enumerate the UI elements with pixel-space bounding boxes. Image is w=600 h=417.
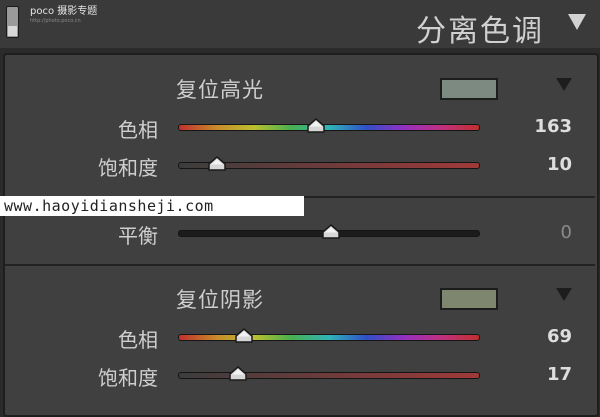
highlights-hue-slider-thumb[interactable] bbox=[306, 118, 326, 134]
panel-header[interactable]: poco 摄影专题 http://photo.poco.cn 分离色调 bbox=[0, 0, 600, 49]
shadows-saturation-slider[interactable] bbox=[178, 372, 480, 379]
shadows-saturation-slider-thumb[interactable] bbox=[228, 366, 248, 382]
shadows-expand-arrow-icon[interactable] bbox=[556, 288, 572, 301]
balance-value[interactable]: 0 bbox=[492, 222, 572, 243]
balance-slider-thumb[interactable] bbox=[321, 224, 341, 240]
panel-collapse-arrow-icon[interactable] bbox=[568, 14, 586, 30]
highlights-saturation-slider-thumb[interactable] bbox=[207, 156, 227, 172]
reset-highlights-button[interactable]: 复位高光 bbox=[176, 74, 264, 104]
section-divider bbox=[5, 264, 595, 266]
highlights-saturation-value[interactable]: 10 bbox=[492, 154, 572, 175]
highlights-hue-value[interactable]: 163 bbox=[492, 116, 572, 137]
highlights-expand-arrow-icon[interactable] bbox=[556, 78, 572, 91]
panel-title: 分离色调 bbox=[416, 14, 544, 49]
shadows-hue-value[interactable]: 69 bbox=[492, 326, 572, 347]
highlights-hue-slider[interactable] bbox=[178, 124, 480, 131]
watermark-text: www.haoyidiansheji.com bbox=[0, 196, 304, 216]
reset-shadows-button[interactable]: 复位阴影 bbox=[176, 284, 264, 314]
highlights-saturation-label: 饱和度 bbox=[98, 156, 158, 180]
shadows-hue-slider[interactable] bbox=[178, 334, 480, 341]
highlights-color-swatch[interactable] bbox=[440, 78, 498, 100]
shadows-saturation-label: 饱和度 bbox=[98, 366, 158, 390]
shadows-hue-slider-thumb[interactable] bbox=[234, 328, 254, 344]
poco-logo: poco 摄影专题 http://photo.poco.cn bbox=[30, 6, 98, 24]
highlights-hue-label: 色相 bbox=[118, 118, 158, 142]
panel-toggle-checkbox[interactable] bbox=[6, 6, 19, 38]
shadows-hue-label: 色相 bbox=[118, 328, 158, 352]
shadows-color-swatch[interactable] bbox=[440, 288, 498, 310]
shadows-saturation-value[interactable]: 17 bbox=[492, 364, 572, 385]
balance-label: 平衡 bbox=[118, 224, 158, 248]
